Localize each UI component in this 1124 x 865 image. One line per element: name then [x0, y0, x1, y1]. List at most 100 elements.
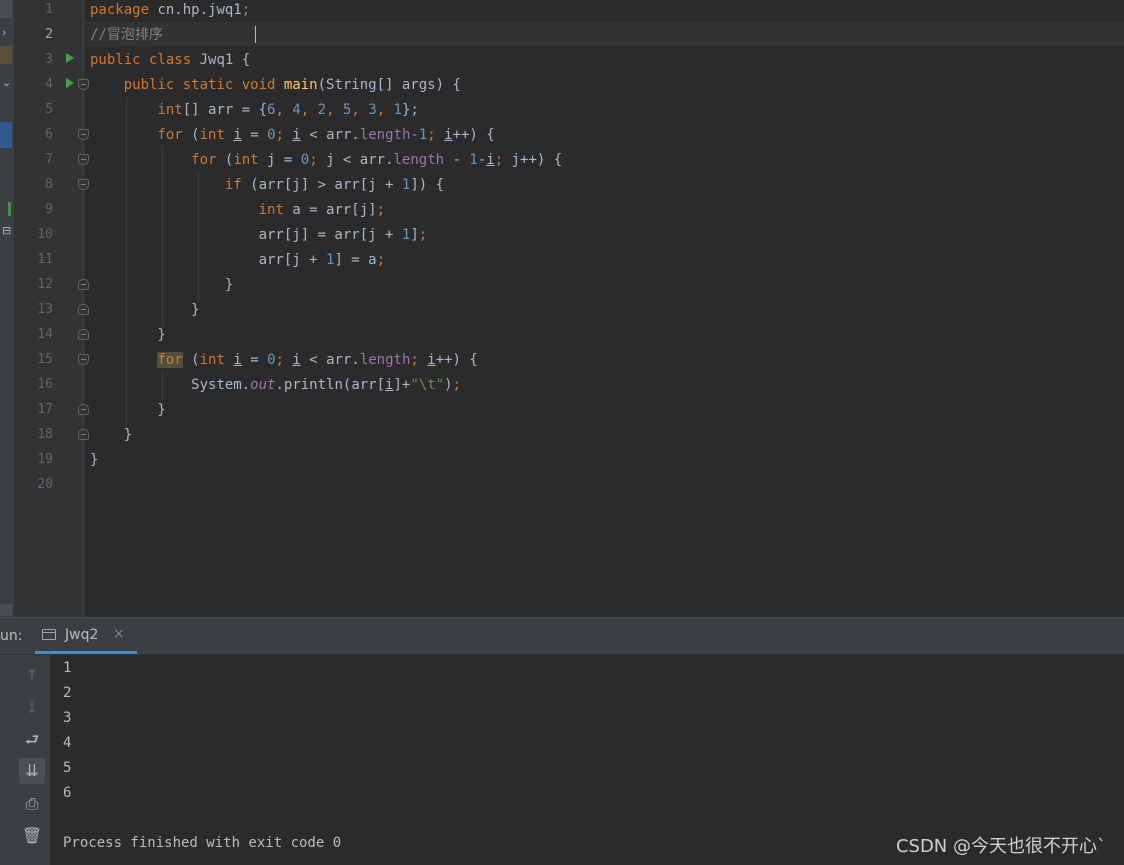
close-icon[interactable]: × [113, 626, 125, 642]
line-number: 9 [45, 202, 53, 217]
ide-window: › ⌄ ⊟ 1 2 3 4 5 6 7 8 9 10 11 12 13 14 1… [0, 0, 1124, 865]
bottom-strip-button[interactable] [0, 604, 12, 616]
code-text: ) [444, 377, 453, 393]
run-header: un: Jwq2 × [0, 618, 1124, 655]
selected-strip-button[interactable] [0, 122, 12, 148]
run-class-icon[interactable] [66, 53, 74, 63]
code-line-15: for (int i = 0; i < arr.length; i++) { [157, 352, 478, 368]
keyword: if [224, 177, 242, 193]
output-line: 6 [63, 785, 72, 801]
keyword: public static void [123, 77, 276, 93]
code-text: [] arr = { [182, 102, 268, 118]
line-number: 14 [37, 327, 53, 342]
punct: ; [241, 2, 251, 18]
scroll-to-end-icon[interactable]: ⇊ [19, 758, 45, 784]
keyword: package [90, 2, 150, 18]
line-number: 13 [37, 302, 53, 317]
trash-icon[interactable]: 🗑 [19, 823, 45, 849]
left-tool-strip: › ⌄ ⊟ [0, 0, 15, 617]
keyword: public class [90, 52, 192, 68]
code-line-11: arr[j + 1] = a; [258, 252, 386, 268]
code-text: .println(arr[ [275, 377, 386, 393]
run-toolbar: ↑ ↓ ⮐ ⇊ ⎙ 🗑 [14, 655, 51, 865]
variable: i [233, 127, 242, 143]
code-line-18: } [90, 427, 133, 443]
code-line-2: //冒泡排序 [90, 25, 163, 50]
code-text: - [444, 152, 470, 168]
number: 0 [300, 152, 310, 168]
code-line-8: if (arr[j] > arr[j + 1]) { [90, 175, 444, 200]
tab-title: Jwq2 [65, 627, 99, 643]
line-number: 18 [37, 427, 53, 442]
db-strip-icon[interactable]: ⊟ [2, 224, 11, 237]
number: 0 [267, 352, 276, 368]
code-text: ]+ [393, 377, 411, 393]
output-line: 1 [63, 660, 72, 676]
code-line-9: int a = arr[j]; [258, 202, 386, 218]
line-number: 17 [37, 402, 53, 417]
line-gutter[interactable]: 1 2 3 4 5 6 7 8 9 10 11 12 13 14 15 16 1… [15, 0, 89, 617]
variable: i [486, 152, 495, 168]
code-text: System. [191, 377, 251, 393]
code-line-4: public static void main(String[] args) { [90, 75, 461, 100]
code-line-16: System.out.println(arr[i]+"\t"); [191, 377, 461, 393]
code-line-7: for (int j = 0; j < arr.length - 1-i; j+… [191, 152, 563, 168]
field: length [393, 152, 445, 168]
code-text: cn.hp.jwq1 [149, 2, 242, 18]
keyword: int [199, 352, 225, 368]
chevron-strip-icon[interactable]: ⌄ [2, 76, 11, 89]
code-line-13: } [90, 302, 200, 318]
structure-strip-icon[interactable]: › [2, 26, 6, 39]
number: 3 [368, 102, 377, 118]
run-tool-window: un: Jwq2 × ↑ ↓ ⮐ ⇊ ⎙ 🗑 1 2 3 4 5 6 Proce… [0, 617, 1124, 865]
number: 0 [267, 127, 276, 143]
line-number: 11 [37, 252, 53, 267]
number: 4 [292, 102, 301, 118]
number: 2 [317, 102, 327, 118]
line-number: 7 [45, 152, 53, 167]
line-number: 16 [37, 377, 53, 392]
arrow-up-icon[interactable]: ↑ [19, 663, 45, 689]
code-text: j = [258, 152, 301, 168]
code-line-3: public class Jwq1 { [90, 50, 250, 75]
code-editor[interactable]: › ⌄ ⊟ 1 2 3 4 5 6 7 8 9 10 11 12 13 14 1… [0, 0, 1124, 617]
code-text: (String[] args) { [317, 77, 461, 93]
code-text: arr[j] = arr[j + [258, 227, 402, 243]
code-text: a = arr[j] [283, 202, 377, 218]
process-finished-message: Process finished with exit code 0 [63, 835, 342, 851]
line-number: 15 [37, 352, 53, 367]
run-left-strip [0, 655, 14, 865]
line-number: 12 [37, 277, 53, 292]
tab-jwq2[interactable]: Jwq2 × [35, 618, 137, 654]
line-number: 1 [45, 2, 53, 17]
output-line: 5 [63, 760, 72, 776]
favorites-strip-button[interactable] [8, 202, 11, 216]
field: length [359, 352, 411, 368]
line-number: 10 [37, 227, 53, 242]
output-line: 3 [63, 710, 72, 726]
variable: i [427, 352, 436, 368]
bookmark-strip-button[interactable] [0, 46, 12, 64]
line-number: 2 [45, 27, 53, 42]
code-area[interactable]: package cn.hp.jwq1; //冒泡排序 public class … [84, 0, 1124, 617]
number: 1 [393, 102, 402, 118]
line-number: 3 [45, 52, 53, 67]
project-strip-button[interactable] [0, 0, 12, 18]
keyword: int [258, 202, 284, 218]
code-text: }; [401, 102, 419, 118]
print-icon[interactable]: ⎙ [19, 791, 45, 817]
line-number: 6 [45, 127, 53, 142]
line-number: 19 [37, 452, 53, 467]
soft-wrap-icon[interactable]: ⮐ [19, 727, 45, 753]
code-text: j < arr. [317, 152, 394, 168]
code-line-17: } [90, 402, 166, 418]
code-text: ]) { [410, 177, 445, 193]
run-main-icon[interactable] [66, 78, 74, 88]
arrow-down-icon[interactable]: ↓ [19, 695, 45, 721]
line-number: 4 [45, 77, 53, 92]
keyword: int [157, 102, 183, 118]
code-text: Jwq1 { [191, 52, 251, 68]
text-caret [255, 26, 256, 43]
variable: i [292, 127, 301, 143]
code-line-6: for (int i = 0; i < arr.length-1; i++) { [157, 127, 495, 143]
